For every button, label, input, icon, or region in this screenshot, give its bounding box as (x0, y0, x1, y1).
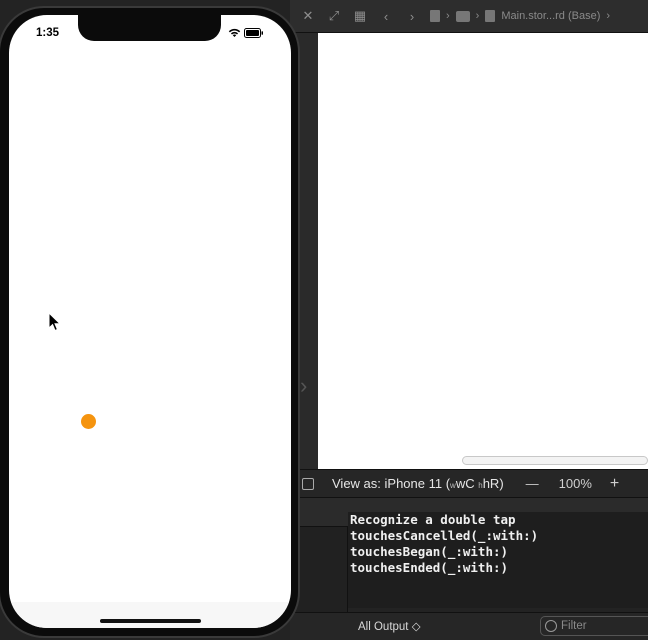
back-chevron-icon[interactable]: ‹ (378, 8, 394, 24)
expand-icon[interactable]: ⤢ (326, 8, 342, 24)
size-class-width: wC (455, 476, 475, 491)
filter-placeholder: Filter (561, 620, 587, 632)
console-line: touchesEnded(_:with:) (350, 560, 509, 575)
orange-dot-view[interactable] (81, 414, 96, 429)
project-file-icon (430, 10, 440, 22)
output-selector[interactable]: All Output ◇ (358, 619, 421, 633)
storyboard-file-icon (485, 10, 496, 22)
folder-icon (455, 10, 470, 22)
device-configuration-bar: View as: iPhone 11 (wwC hhR) — 100% + (290, 469, 648, 498)
size-class-height: hR (482, 476, 500, 491)
toggle-outline-checkbox[interactable] (302, 477, 314, 490)
filter-icon (545, 620, 557, 632)
jump-bar-file-name[interactable]: Main.stor...rd (Base) (501, 10, 600, 22)
zoom-level: 100% (558, 476, 592, 491)
forward-chevron-icon[interactable]: › (404, 8, 420, 24)
chevron-right-icon[interactable]: › (300, 373, 307, 399)
close-tab-icon[interactable]: ✕ (300, 8, 316, 24)
jump-bar[interactable]: › › Main.stor...rd (Base) › (430, 10, 610, 22)
screen-bottom-area (9, 602, 291, 628)
debug-console[interactable]: Recognize a double tap touchesCancelled(… (348, 512, 648, 608)
horizontal-scrollbar[interactable] (462, 456, 648, 465)
zoom-in-button[interactable]: + (610, 475, 619, 493)
console-line: Recognize a double tap (350, 512, 516, 527)
console-line: touchesCancelled(_:with:) (350, 528, 539, 543)
console-filter-field[interactable]: Filter (540, 616, 648, 636)
home-indicator[interactable] (100, 619, 201, 623)
console-line: touchesBegan(_:with:) (350, 544, 509, 559)
console-footer: All Output ◇ Filter (290, 612, 648, 640)
grid-icon[interactable]: ▦ (352, 8, 368, 24)
editor-toolbar: ✕ ⤢ ▦ ‹ › › › Main.stor...rd (Base) › (290, 0, 648, 33)
zoom-out-button[interactable]: — (526, 476, 539, 491)
battery-icon (244, 28, 263, 38)
status-bar-icons (228, 28, 264, 38)
interface-builder-canvas[interactable] (318, 33, 648, 469)
status-bar-time: 1:35 (36, 27, 60, 39)
wifi-icon (228, 28, 241, 37)
view-as-label[interactable]: View as: iPhone 11 (332, 476, 442, 491)
mouse-pointer-icon (48, 312, 62, 332)
device-notch (78, 15, 221, 41)
